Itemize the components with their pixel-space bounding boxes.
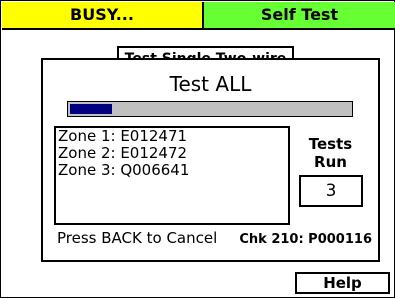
tests-run-label-line1: Tests (308, 135, 353, 153)
screen-frame: BUSY... Self Test Test Single Two-wire T… (0, 0, 395, 298)
busy-indicator: BUSY... (2, 2, 204, 28)
zone-list-item: Zone 1: E012471 (58, 127, 188, 145)
help-button[interactable]: Help (295, 272, 390, 294)
tests-run-count: 3 (299, 175, 363, 207)
mode-indicator: Self Test (204, 2, 395, 28)
check-code: Chk 210: P000116 (239, 232, 372, 247)
tests-run-label-line2: Run (314, 153, 347, 171)
cancel-hint: Press BACK to Cancel (57, 229, 218, 247)
tests-run-label: Tests Run (293, 135, 368, 171)
test-all-dialog: Test ALL Zone 1: E012471 Zone 2: E012472… (41, 58, 380, 262)
dialog-title: Test ALL (169, 72, 252, 96)
progress-fill (70, 104, 112, 114)
zone-list: Zone 1: E012471 Zone 2: E012472 Zone 3: … (54, 126, 290, 225)
status-bar: BUSY... Self Test (2, 2, 395, 30)
progress-bar (67, 101, 353, 117)
zone-list-item: Zone 2: E012472 (58, 144, 188, 162)
zone-list-item: Zone 3: Q006641 (58, 161, 190, 179)
